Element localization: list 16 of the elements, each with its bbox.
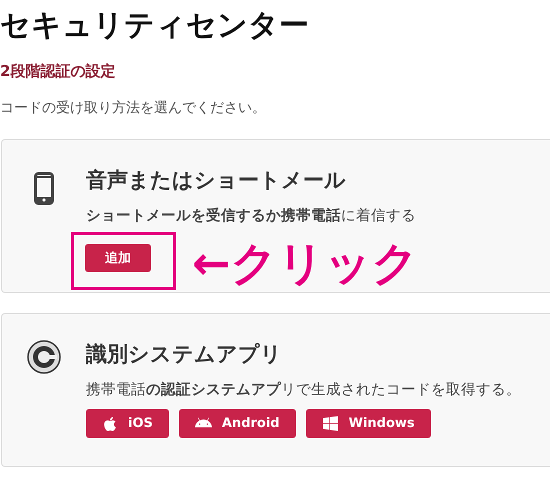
download-button[interactable]: Windows <box>306 409 431 438</box>
section-title: 2段階認証の設定 <box>0 62 116 81</box>
add-button[interactable]: 追加 <box>85 244 151 272</box>
download-button[interactable]: Android <box>178 409 296 438</box>
method-description: 携帯電話の認証システムアプリで生成されたコードを取得する。 <box>86 380 521 399</box>
method-title: 音声またはショートメール <box>86 167 346 194</box>
method-description: ショートメールを受信するか携帯電話に着信する <box>86 206 416 225</box>
authenticator-icon <box>27 340 61 374</box>
apple-icon <box>102 416 118 432</box>
method-title: 識別システムアプリ <box>86 341 282 368</box>
annotation-text: ←クリック <box>192 240 419 286</box>
download-button[interactable]: iOS <box>86 409 169 438</box>
windows-icon <box>322 415 339 432</box>
phone-icon <box>34 172 54 205</box>
instruction-text: コードの受け取り方法を選んでください。 <box>0 99 266 117</box>
page-title: セキュリティセンター <box>0 7 309 45</box>
